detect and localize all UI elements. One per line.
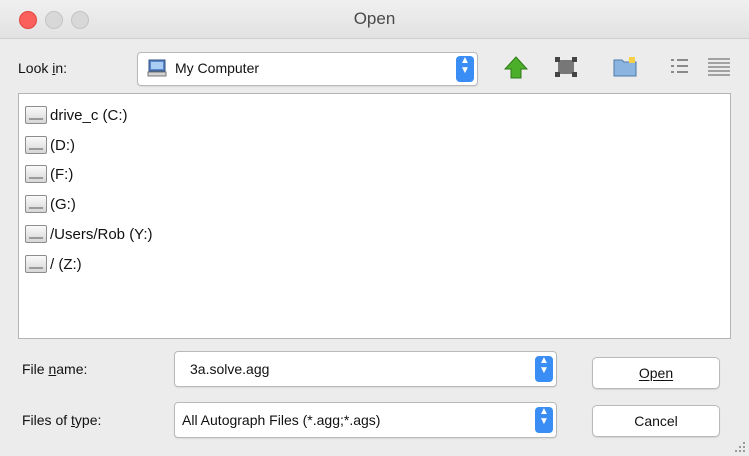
look-in-stepper[interactable]: ▲ ▼ bbox=[456, 56, 474, 82]
drive-icon bbox=[25, 195, 47, 213]
open-button[interactable]: Open bbox=[592, 357, 720, 389]
file-type-dropdown[interactable]: All Autograph Files (*.agg;*.ags) ▲ ▼ bbox=[174, 402, 557, 438]
list-item[interactable]: (G:) bbox=[25, 191, 76, 217]
computer-icon bbox=[147, 59, 167, 77]
file-name-label: File name: bbox=[22, 361, 88, 377]
cancel-button-label: Cancel bbox=[634, 413, 678, 429]
look-in-value: My Computer bbox=[175, 60, 260, 76]
list-item[interactable]: drive_c (C:) bbox=[25, 102, 128, 128]
file-name-stepper[interactable]: ▲ ▼ bbox=[535, 356, 553, 382]
list-item-label: (G:) bbox=[50, 195, 76, 213]
title-bar: Open bbox=[0, 0, 749, 39]
drive-icon bbox=[25, 165, 47, 183]
list-item-label: drive_c (C:) bbox=[50, 106, 128, 124]
open-button-label: Open bbox=[638, 365, 674, 381]
look-in-dropdown[interactable]: My Computer ▲ ▼ bbox=[137, 52, 478, 86]
list-item-label: (D:) bbox=[50, 136, 75, 154]
resize-grip-icon[interactable] bbox=[734, 440, 746, 452]
file-type-stepper[interactable]: ▲ ▼ bbox=[535, 407, 553, 433]
details-view-icon[interactable] bbox=[705, 53, 733, 81]
list-item-label: /Users/Rob (Y:) bbox=[50, 225, 153, 243]
cancel-button[interactable]: Cancel bbox=[592, 405, 720, 437]
drive-icon bbox=[25, 225, 47, 243]
list-item[interactable]: / (Z:) bbox=[25, 251, 82, 277]
list-item[interactable]: (F:) bbox=[25, 161, 73, 187]
drive-icon bbox=[25, 255, 47, 273]
file-name-field[interactable]: 3a.solve.agg ▲ ▼ bbox=[174, 351, 557, 387]
up-one-level-icon[interactable] bbox=[502, 53, 530, 81]
list-item[interactable]: /Users/Rob (Y:) bbox=[25, 221, 153, 247]
file-type-value: All Autograph Files (*.agg;*.ags) bbox=[182, 412, 381, 428]
list-item-label: (F:) bbox=[50, 165, 74, 183]
file-name-value: 3a.solve.agg bbox=[190, 361, 270, 377]
new-folder-icon[interactable] bbox=[611, 53, 639, 81]
desktop-icon[interactable] bbox=[552, 53, 580, 81]
list-item[interactable]: (D:) bbox=[25, 132, 75, 158]
file-type-label: Files of type: bbox=[22, 412, 102, 428]
file-list[interactable]: drive_c (C:) (D:) (F:) (G:) /Users/Rob (… bbox=[18, 93, 731, 339]
list-view-icon[interactable] bbox=[666, 53, 694, 81]
look-in-label: Look in: bbox=[18, 60, 68, 76]
drive-icon bbox=[25, 136, 47, 154]
window-title: Open bbox=[353, 9, 396, 28]
list-item-label: / (Z:) bbox=[50, 255, 82, 273]
drive-icon bbox=[25, 106, 47, 124]
